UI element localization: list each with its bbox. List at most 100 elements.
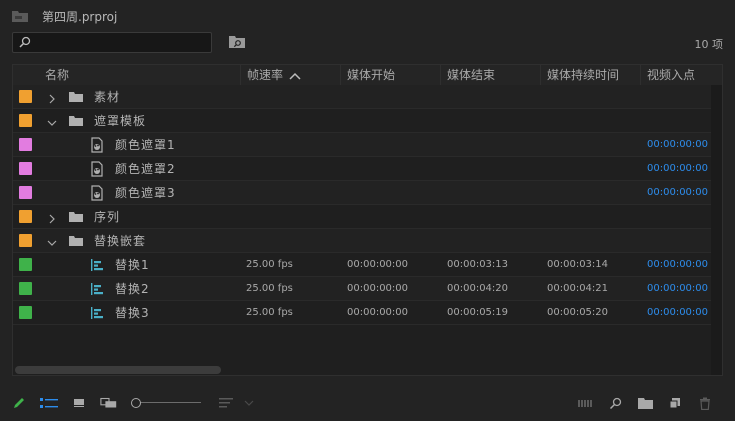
video-in-point-cell[interactable]: 00:00:00:00 xyxy=(647,157,708,181)
color-matte-icon xyxy=(89,185,105,201)
media-start-cell: 00:00:00:00 xyxy=(347,283,409,294)
pencil-button[interactable] xyxy=(10,390,28,416)
icon-view-button[interactable] xyxy=(70,390,88,416)
item-name[interactable]: 序列 xyxy=(94,205,120,229)
video-in-point-cell[interactable]: 00:00:00:00 xyxy=(647,301,708,325)
item-name[interactable]: 替换嵌套 xyxy=(94,229,146,253)
chevron-down-icon[interactable] xyxy=(46,114,58,126)
item-name[interactable]: 颜色遮罩3 xyxy=(115,181,176,205)
media-end-cell: 00:00:05:19 xyxy=(447,307,509,318)
icon-view-icon xyxy=(74,399,84,407)
project-list-panel: 名称 帧速率 媒体开始 媒体结束 媒体持续时间 视频入点 素材 遮罩模板 颜色遮罩1… xyxy=(12,64,723,376)
label-color-swatch[interactable] xyxy=(19,90,32,103)
media-duration-cell: 00:00:04:21 xyxy=(547,283,609,294)
label-color-swatch[interactable] xyxy=(19,114,32,127)
list-item[interactable]: 替换3 25.00 fps 00:00:00:00 00:00:05:19 00:00:… xyxy=(13,301,713,325)
column-header-row: 名称 帧速率 媒体开始 媒体结束 媒体持续时间 视频入点 xyxy=(13,65,722,86)
automate-to-sequence-button[interactable] xyxy=(576,390,594,416)
list-item[interactable]: 素材 xyxy=(13,85,713,109)
frame-rate-cell: 25.00 fps xyxy=(246,307,293,318)
item-name[interactable]: 颜色遮罩2 xyxy=(115,157,176,181)
media-end-cell: 00:00:04:20 xyxy=(447,283,509,294)
color-matte-icon xyxy=(89,161,105,177)
media-duration-cell: 00:00:05:20 xyxy=(547,307,609,318)
item-list: 素材 遮罩模板 颜色遮罩1 00:00:00:00 颜色遮罩2 00:00:00:00 颜色… xyxy=(13,85,713,325)
column-header-video-in-point[interactable]: 视频入点 xyxy=(640,65,722,85)
chevron-down-icon[interactable] xyxy=(46,234,58,246)
new-bin-icon xyxy=(637,398,653,409)
video-in-point-cell[interactable]: 00:00:00:00 xyxy=(647,253,708,277)
column-header-frame-rate[interactable]: 帧速率 xyxy=(240,65,340,85)
item-name[interactable]: 替换1 xyxy=(115,253,150,277)
chevron-right-icon[interactable] xyxy=(46,90,58,104)
label-color-swatch[interactable] xyxy=(19,138,32,151)
column-label: 媒体结束 xyxy=(447,68,496,82)
column-label: 视频入点 xyxy=(647,68,696,82)
video-in-point-cell[interactable]: 00:00:00:00 xyxy=(647,181,708,205)
chevron-right-icon[interactable] xyxy=(46,210,58,224)
label-color-swatch[interactable] xyxy=(19,186,32,199)
column-header-media-start[interactable]: 媒体开始 xyxy=(340,65,440,85)
sequence-icon xyxy=(89,257,105,273)
label-color-swatch[interactable] xyxy=(19,258,32,271)
list-item[interactable]: 替换嵌套 xyxy=(13,229,713,253)
list-item[interactable]: 颜色遮罩1 00:00:00:00 xyxy=(13,133,713,157)
item-name[interactable]: 替换2 xyxy=(115,277,150,301)
video-in-point-cell[interactable]: 00:00:00:00 xyxy=(647,277,708,301)
zoom-slider-handle[interactable] xyxy=(131,398,141,408)
column-label: 名称 xyxy=(45,68,70,82)
column-label: 媒体开始 xyxy=(347,68,396,82)
automate-to-sequence-icon xyxy=(578,400,592,407)
horizontal-scrollbar-thumb[interactable] xyxy=(15,366,221,374)
sequence-icon xyxy=(89,281,105,297)
list-item[interactable]: 替换2 25.00 fps 00:00:00:00 00:00:04:20 00:00:… xyxy=(13,277,713,301)
column-header-media-end[interactable]: 媒体结束 xyxy=(440,65,540,85)
list-item[interactable]: 替换1 25.00 fps 00:00:00:00 00:00:03:13 00:00:… xyxy=(13,253,713,277)
new-bin-button[interactable] xyxy=(636,390,654,416)
column-header-name[interactable]: 名称 xyxy=(13,65,240,85)
column-header-media-duration[interactable]: 媒体持续时间 xyxy=(540,65,640,85)
list-item[interactable]: 颜色遮罩2 00:00:00:00 xyxy=(13,157,713,181)
folder-icon xyxy=(68,113,84,129)
folder-icon xyxy=(68,209,84,225)
list-item[interactable]: 序列 xyxy=(13,205,713,229)
folder-icon xyxy=(68,89,84,105)
label-color-swatch[interactable] xyxy=(19,306,32,319)
find-in-bin-icon[interactable] xyxy=(229,35,245,48)
zoom-slider-track[interactable] xyxy=(139,402,201,403)
freeform-view-button[interactable] xyxy=(100,390,118,416)
vertical-scrollbar[interactable] xyxy=(711,85,722,375)
project-icon xyxy=(12,11,28,22)
sequence-icon xyxy=(89,305,105,321)
item-name[interactable]: 颜色遮罩1 xyxy=(115,133,176,157)
label-color-swatch[interactable] xyxy=(19,282,32,295)
frame-rate-cell: 25.00 fps xyxy=(246,259,293,270)
label-color-swatch[interactable] xyxy=(19,210,32,223)
list-view-icon xyxy=(40,398,58,408)
item-name[interactable]: 替换3 xyxy=(115,301,150,325)
folder-icon xyxy=(68,233,84,249)
trash-icon xyxy=(700,397,710,410)
list-item[interactable]: 颜色遮罩3 00:00:00:00 xyxy=(13,181,713,205)
frame-rate-cell: 25.00 fps xyxy=(246,283,293,294)
sort-dropdown-button[interactable] xyxy=(240,390,258,416)
clear-button[interactable] xyxy=(696,390,714,416)
find-button[interactable] xyxy=(606,390,624,416)
new-item-icon xyxy=(669,398,680,409)
chevron-down-icon xyxy=(244,400,254,406)
media-duration-cell: 00:00:03:14 xyxy=(547,259,609,270)
item-name[interactable]: 遮罩模板 xyxy=(94,109,146,133)
search-input[interactable] xyxy=(35,33,205,52)
label-color-swatch[interactable] xyxy=(19,234,32,247)
new-item-button[interactable] xyxy=(666,390,684,416)
list-item[interactable]: 遮罩模板 xyxy=(13,109,713,133)
item-name[interactable]: 素材 xyxy=(94,85,120,109)
find-icon xyxy=(609,397,621,409)
sort-icons-button[interactable] xyxy=(217,390,235,416)
search-field[interactable] xyxy=(12,32,212,53)
list-view-button[interactable] xyxy=(40,390,58,416)
video-in-point-cell[interactable]: 00:00:00:00 xyxy=(647,133,708,157)
sort-icons-icon xyxy=(219,398,233,408)
title-bar: 第四周.prproj xyxy=(0,0,735,30)
label-color-swatch[interactable] xyxy=(19,162,32,175)
